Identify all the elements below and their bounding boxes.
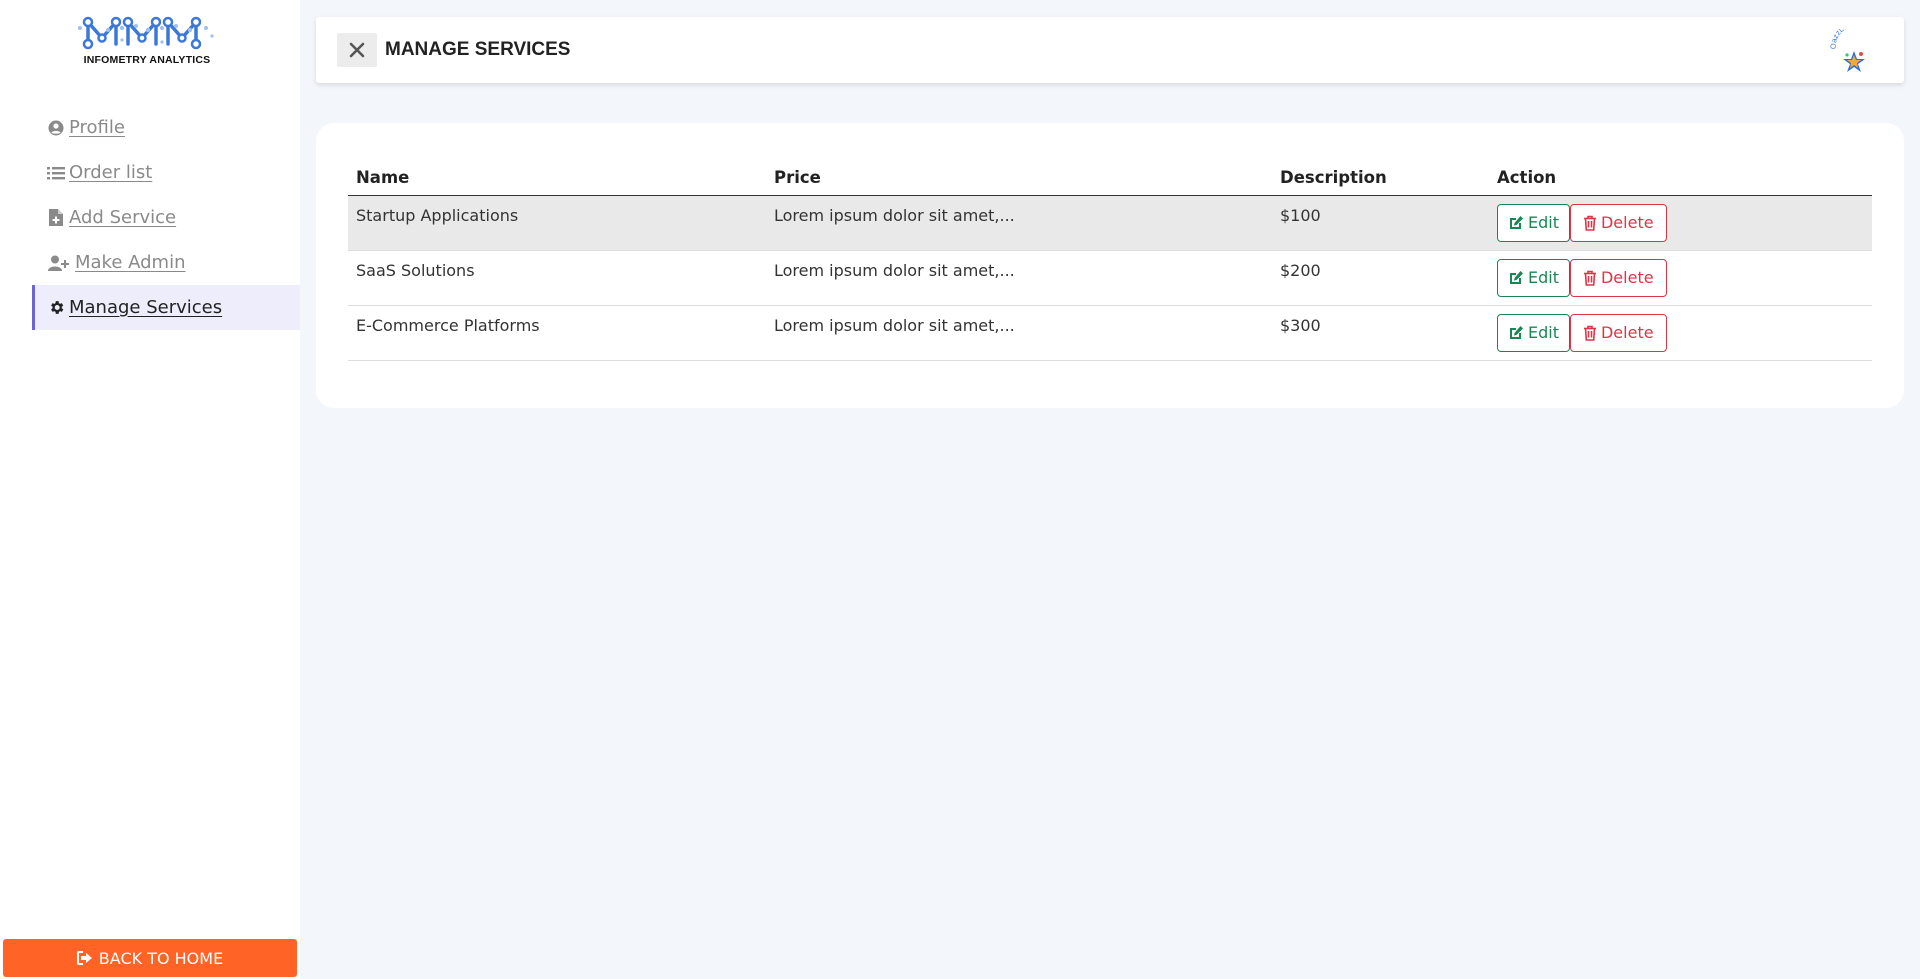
service-name: E-Commerce Platforms [348, 305, 766, 361]
service-description: $300 [1272, 305, 1489, 361]
service-description: $100 [1272, 195, 1489, 251]
back-to-home-label: BACK TO HOME [98, 948, 224, 968]
column-header-action: Action [1489, 161, 1872, 196]
edit-icon [1508, 325, 1524, 341]
edit-icon [1508, 215, 1524, 231]
page-header: MANAGE SERVICES OazzLeo IT [316, 17, 1904, 83]
sidebar-item-manage-services[interactable]: Manage Services [32, 285, 300, 330]
sidebar-nav: Profile Order list Add Service Make Admi… [32, 105, 300, 330]
services-table: Name Price Description Action Startup Ap… [348, 161, 1872, 361]
sidebar: INFOMETRY ANALYTICS Profile Order list A… [0, 0, 300, 979]
delete-label: Delete [1600, 213, 1654, 232]
close-sidebar-button[interactable] [337, 33, 377, 67]
sidebar-item-profile[interactable]: Profile [32, 105, 300, 150]
sidebar-item-label: Order list [69, 162, 153, 183]
page-title: MANAGE SERVICES [385, 39, 571, 60]
column-header-description: Description [1272, 161, 1489, 196]
sidebar-item-label: Add Service [69, 207, 177, 228]
column-header-price: Price [766, 161, 1272, 196]
delete-button[interactable]: Delete [1569, 203, 1667, 242]
svg-text:OazzLeo IT: OazzLeo IT [1830, 29, 1862, 49]
service-name: Startup Applications [348, 195, 766, 251]
sidebar-item-label: Make Admin [75, 252, 186, 273]
delete-button[interactable]: Delete [1569, 258, 1667, 297]
infometry-logo[interactable]: INFOMETRY ANALYTICS [78, 14, 216, 72]
oazzleo-logo: OazzLeo IT [1829, 20, 1878, 75]
trash-icon [1583, 270, 1597, 286]
delete-label: Delete [1600, 323, 1654, 342]
action-cell: Edit Delete [1489, 305, 1872, 361]
table-row: E-Commerce Platforms Lorem ipsum dolor s… [348, 305, 1872, 361]
back-to-home-button[interactable]: BACK TO HOME [3, 939, 297, 977]
table-row: SaaS Solutions Lorem ipsum dolor sit ame… [348, 250, 1872, 306]
edit-icon [1508, 270, 1524, 286]
edit-label: Edit [1528, 268, 1559, 287]
sign-out-icon [76, 951, 93, 965]
brand-logo-text: OazzLeo IT [1829, 20, 1863, 49]
brand-logo-icon: OazzLeo IT [1829, 20, 1865, 72]
service-price: Lorem ipsum dolor sit amet,... [766, 305, 1272, 361]
sidebar-item-label: Profile [69, 117, 125, 138]
edit-label: Edit [1528, 323, 1559, 342]
logo-text: INFOMETRY ANALYTICS [83, 54, 211, 66]
trash-icon [1583, 215, 1597, 231]
service-price: Lorem ipsum dolor sit amet,... [766, 195, 1272, 251]
delete-button[interactable]: Delete [1569, 313, 1667, 352]
sidebar-item-label: Manage Services [69, 297, 223, 318]
logo-graphic-icon [78, 16, 214, 50]
sidebar-item-order-list[interactable]: Order list [32, 150, 300, 195]
action-cell: Edit Delete [1489, 250, 1872, 306]
list-icon [47, 164, 65, 182]
close-icon [349, 42, 365, 58]
service-price: Lorem ipsum dolor sit amet,... [766, 250, 1272, 306]
table-header-row: Name Price Description Action [348, 161, 1872, 196]
edit-button[interactable]: Edit [1497, 203, 1570, 242]
service-name: SaaS Solutions [348, 250, 766, 306]
edit-button[interactable]: Edit [1497, 258, 1570, 297]
action-cell: Edit Delete [1489, 195, 1872, 251]
gear-icon [47, 299, 65, 317]
sidebar-item-add-service[interactable]: Add Service [32, 195, 300, 240]
user-circle-icon [47, 119, 65, 137]
column-header-name: Name [348, 161, 766, 196]
sidebar-item-make-admin[interactable]: Make Admin [32, 240, 300, 285]
trash-icon [1583, 325, 1597, 341]
service-description: $200 [1272, 250, 1489, 306]
services-card: Name Price Description Action Startup Ap… [316, 123, 1904, 408]
delete-label: Delete [1600, 268, 1654, 287]
table-row: Startup Applications Lorem ipsum dolor s… [348, 195, 1872, 251]
edit-label: Edit [1528, 213, 1559, 232]
user-plus-icon [47, 254, 71, 272]
edit-button[interactable]: Edit [1497, 313, 1570, 352]
file-plus-icon [47, 209, 65, 227]
